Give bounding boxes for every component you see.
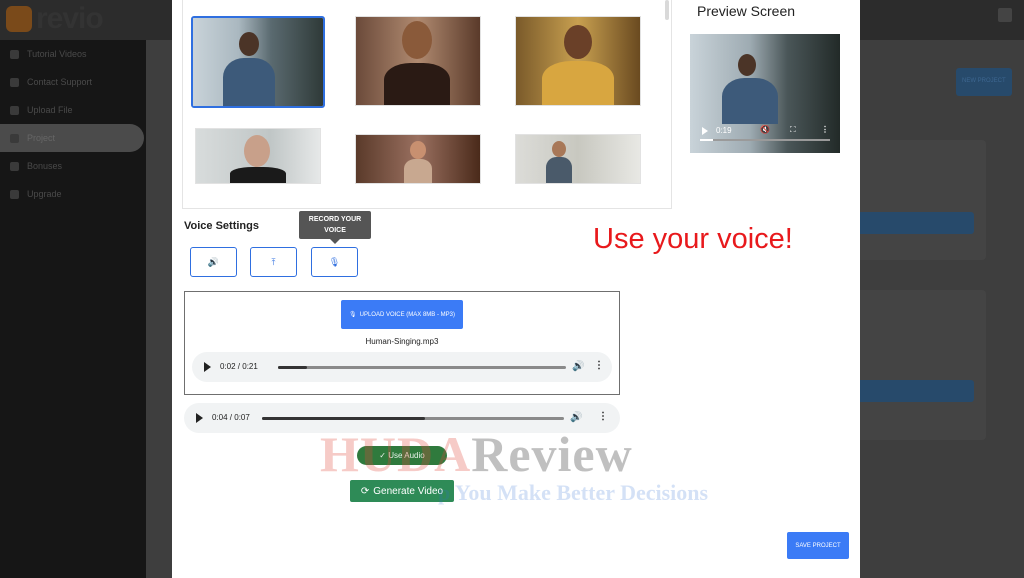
annotation-text: Use your voice! [593,223,793,255]
audio-seek-fill [278,366,307,369]
background-card [846,290,986,440]
support-icon [10,77,19,87]
gift-icon [10,161,19,171]
upload-voice-button[interactable]: 🎙 UPLOAD VOICE (MAX 8MB - MP3) [341,300,463,329]
sidebar-label: Bonuses [27,161,63,171]
avatar-thumbnail-4[interactable] [195,128,321,184]
background-card-button [846,212,974,234]
play-icon[interactable] [204,362,211,372]
grid-scrollbar[interactable] [665,0,669,20]
logo-text: revio [36,2,104,35]
video-time: 0:19 [716,126,732,135]
person-body [546,157,572,183]
audio-seek-bar[interactable] [278,366,566,369]
sidebar-label: Upload File [27,105,73,115]
upload-voice-label: UPLOAD VOICE (MAX 8MB - MP3) [359,311,455,318]
more-options-icon[interactable]: ⋮ [821,125,829,134]
person-head [239,32,259,56]
recorded-audio-player[interactable]: 0:04 / 0:07 🔊 ⋮ [184,403,620,433]
new-project-label: NEW PROJECT [962,78,1006,84]
avatar-thumbnail-3[interactable] [515,16,641,106]
person-body [542,61,614,105]
fullscreen-icon[interactable]: ⛶ [790,125,796,135]
avatar-thumbnail-2[interactable] [355,16,481,106]
record-voice-button[interactable]: 🎙 [311,247,358,277]
preview-video-player[interactable]: 0:19 🔇 ⛶ ⋮ [690,34,840,153]
project-icon [10,133,19,143]
person-body [223,58,275,106]
preview-title: Preview Screen [697,3,796,19]
upload-voice-tab-button[interactable]: ⤒ [250,247,297,277]
microphone-icon: 🎙 [328,256,341,267]
logo-badge [6,6,32,32]
upload-icon: ⤒ [271,256,276,267]
sidebar-item-upload-file[interactable]: Upload File [0,96,146,124]
play-icon[interactable] [196,413,203,423]
person-head [552,141,566,157]
refresh-icon: ⟳ [360,485,370,497]
sidebar: Tutorial Videos Contact Support Upload F… [0,40,146,578]
record-voice-tooltip: RECORD YOUR VOICE [299,211,371,244]
person-head [410,141,426,159]
save-project-button[interactable]: SAVE PROJECT [787,532,849,559]
mute-icon[interactable]: 🔇 [760,125,770,134]
avatar-thumbnail-6[interactable] [515,134,641,184]
close-icon[interactable] [998,8,1012,22]
volume-icon[interactable]: 🔊 [572,361,584,372]
person-head [738,54,756,76]
app-logo: revio [6,2,104,36]
use-audio-button[interactable]: ✓ Use Audio [357,446,447,465]
more-options-icon[interactable]: ⋮ [594,360,604,371]
person-body [404,159,432,183]
voice-settings-title: Voice Settings [184,220,259,232]
sidebar-item-tutorial-videos[interactable]: Tutorial Videos [0,40,146,68]
generate-video-button[interactable]: ⟳ Generate Video [350,480,454,502]
audio-time: 0:02 / 0:21 [220,362,258,371]
create-video-modal: Voice Settings RECORD YOUR VOICE 🔊 ⤒ 🎙 🎙… [172,0,860,578]
video-icon [10,49,19,59]
video-controls: 0:19 🔇 ⛶ ⋮ [690,123,840,153]
generate-video-label: Generate Video [373,485,444,497]
person-head [564,25,592,59]
video-seek-fill [700,139,713,141]
video-seek-bar[interactable] [700,139,830,141]
person-body [384,63,450,105]
sidebar-item-project[interactable]: Project [0,124,144,152]
sidebar-label: Tutorial Videos [27,49,87,59]
audio-seek-bar[interactable] [262,417,564,420]
upload-file-icon [10,105,19,115]
play-icon[interactable] [702,127,708,135]
uploaded-file-name: Human-Singing.mp3 [365,337,439,346]
volume-icon[interactable]: 🔊 [570,412,582,423]
microphone-icon: 🎙 [349,312,357,318]
speaker-icon: 🔊 [207,256,220,267]
uploaded-audio-player[interactable]: 0:02 / 0:21 🔊 ⋮ [192,352,612,382]
more-options-icon[interactable]: ⋮ [598,411,608,422]
thumbnail-scene [516,135,640,183]
sidebar-item-upgrade[interactable]: Upgrade [0,180,146,208]
sidebar-item-contact-support[interactable]: Contact Support [0,68,146,96]
person-body [722,78,778,124]
avatar-thumbnail-5[interactable] [355,134,481,184]
avatar-grid [182,0,672,209]
background-card [846,140,986,260]
new-project-button[interactable]: NEW PROJECT [956,68,1012,96]
sidebar-label: Upgrade [27,189,62,199]
avatar-thumbnail-1[interactable] [191,16,325,108]
text-to-speech-button[interactable]: 🔊 [190,247,237,277]
background-card-button [846,380,974,402]
upgrade-icon [10,189,19,199]
sidebar-item-bonuses[interactable]: Bonuses [0,152,146,180]
upload-voice-panel: 🎙 UPLOAD VOICE (MAX 8MB - MP3) Human-Sin… [184,291,620,395]
person-head [244,135,270,167]
person-head [402,21,432,59]
audio-time: 0:04 / 0:07 [212,413,250,422]
sidebar-label: Project [27,133,56,143]
sidebar-label: Contact Support [27,77,93,87]
audio-seek-fill [262,417,426,420]
person-body [230,167,286,183]
